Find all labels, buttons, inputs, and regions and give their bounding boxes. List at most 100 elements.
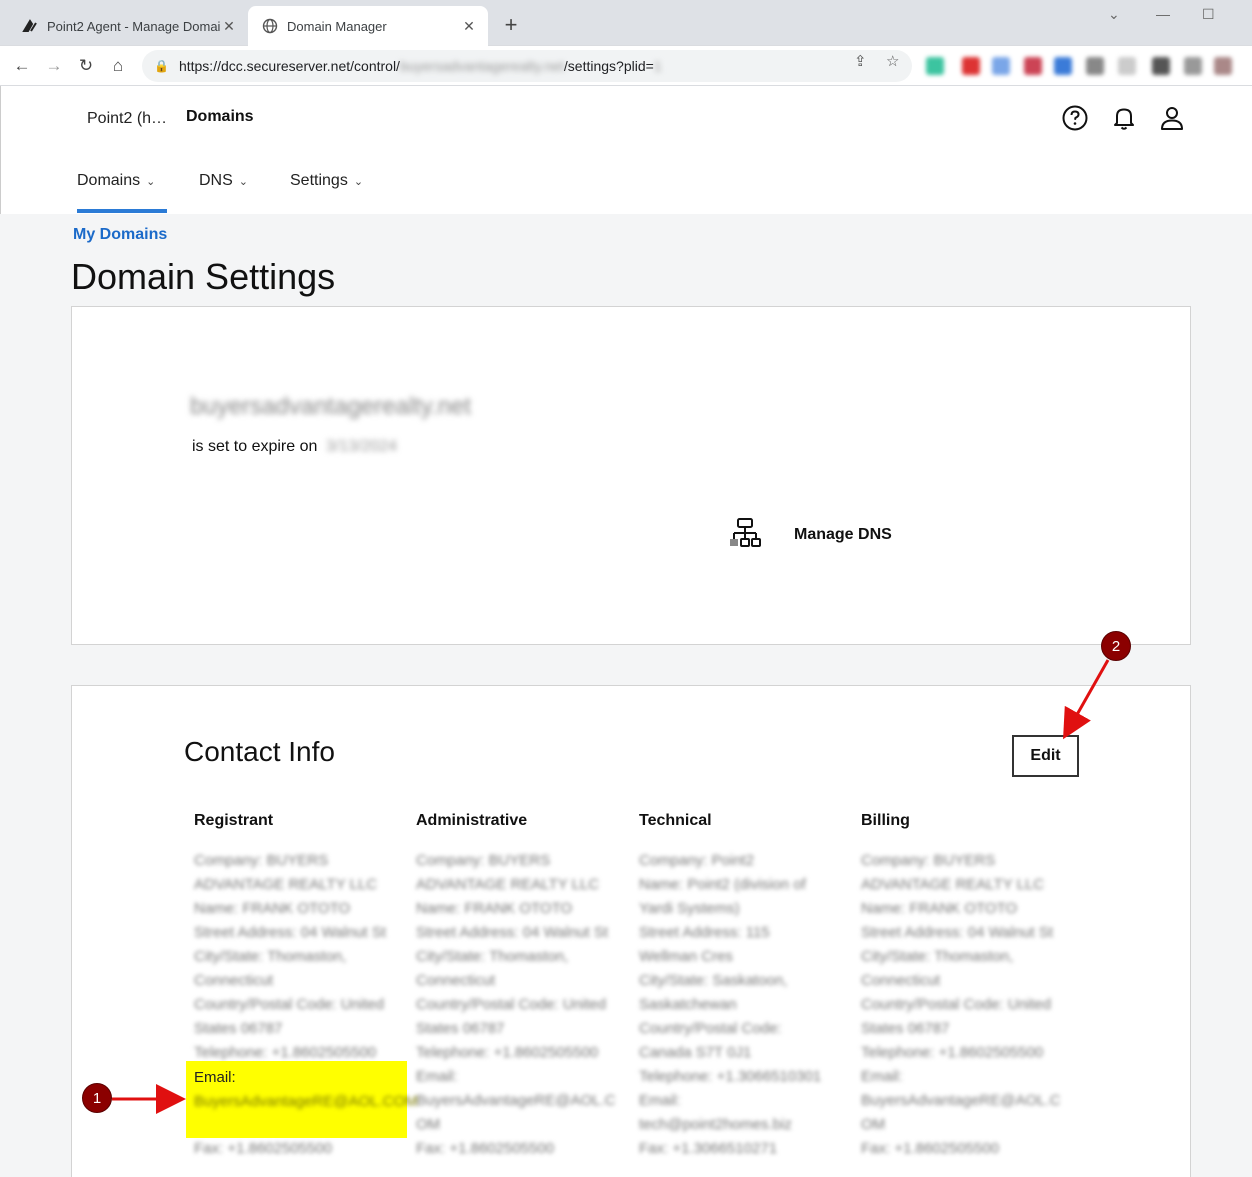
app-header: Point2 (h… Domains Domains ⌄ DNS ⌄ Setti… bbox=[0, 86, 1252, 214]
close-icon[interactable]: ✕ bbox=[460, 17, 478, 35]
extension-icon[interactable] bbox=[1184, 57, 1202, 75]
dns-network-icon[interactable] bbox=[728, 517, 762, 551]
new-tab-button[interactable]: + bbox=[498, 12, 524, 38]
contact-line: Connecticut bbox=[416, 972, 496, 989]
contact-line: Name: FRANK OTOTO bbox=[416, 900, 573, 917]
domain-summary-card: buyersadvantagerealty.net is set to expi… bbox=[71, 306, 1191, 645]
extension-icon[interactable] bbox=[962, 57, 980, 75]
contact-line: Company: BUYERS bbox=[861, 852, 996, 869]
minimize-icon[interactable]: — bbox=[1156, 6, 1170, 22]
contact-line: ADVANTAGE REALTY LLC bbox=[861, 876, 1045, 893]
contact-line: Name: Point2 (division of bbox=[639, 876, 806, 893]
profile-icon[interactable] bbox=[1214, 57, 1232, 75]
tab-search-icon[interactable]: ⌄ bbox=[1108, 6, 1120, 23]
expire-date: 3/13/2024 bbox=[325, 438, 398, 455]
contact-line: Fax: +1.8602505500 bbox=[416, 1140, 555, 1157]
maximize-icon[interactable]: ☐ bbox=[1202, 6, 1215, 23]
contact-line: States 06787 bbox=[194, 1020, 283, 1037]
extension-icon[interactable] bbox=[1118, 57, 1136, 75]
contact-line: City/State: Thomaston, bbox=[416, 948, 569, 965]
contact-line: tech@point2homes.biz bbox=[639, 1116, 792, 1133]
contact-line: City/State: Saskatoon, bbox=[639, 972, 788, 989]
expiration-text: is set to expire on 3/13/2024 bbox=[192, 438, 397, 456]
contact-info-card: Contact Info Edit Registrant Company: BU… bbox=[71, 685, 1191, 1177]
nav-domains-label: Domains bbox=[77, 172, 141, 189]
extension-icon[interactable] bbox=[1086, 57, 1104, 75]
forward-icon[interactable]: → bbox=[42, 54, 66, 78]
share-icon[interactable]: ⇪ bbox=[854, 52, 867, 70]
step-marker-1: 1 bbox=[82, 1083, 112, 1113]
extension-icon[interactable] bbox=[926, 57, 944, 75]
contact-line: Company: BUYERS bbox=[194, 852, 329, 869]
extension-icon[interactable] bbox=[1024, 57, 1042, 75]
contact-line: Telephone: +1.8602505500 bbox=[861, 1044, 1044, 1061]
contact-line: Telephone: +1.8602505500 bbox=[416, 1044, 599, 1061]
expire-label: is set to expire on bbox=[192, 438, 318, 455]
contact-line: Country/Postal Code: United bbox=[861, 996, 1052, 1013]
help-icon[interactable] bbox=[1061, 104, 1089, 132]
contact-line: Name: FRANK OTOTO bbox=[194, 900, 351, 917]
contact-line: Street Address: 04 Walnut St bbox=[194, 924, 387, 941]
nav-dns[interactable]: DNS ⌄ bbox=[199, 172, 248, 190]
user-icon[interactable] bbox=[1158, 104, 1186, 132]
tab-manage-domains[interactable]: Point2 Agent - Manage Domains ✕ bbox=[8, 6, 248, 46]
account-switcher[interactable]: Point2 (h… bbox=[87, 110, 167, 128]
contact-line: BuyersAdvantageRE@AOL.C bbox=[861, 1092, 1061, 1109]
edit-contact-button[interactable]: Edit bbox=[1012, 735, 1079, 777]
contact-line: Company: Point2 bbox=[639, 852, 755, 869]
nav-domains[interactable]: Domains ⌄ bbox=[77, 172, 155, 190]
tab-title: Point2 Agent - Manage Domains bbox=[47, 18, 220, 34]
back-icon[interactable]: ← bbox=[10, 54, 34, 78]
contact-line: Yardi Systems) bbox=[639, 900, 740, 917]
step-marker-2: 2 bbox=[1101, 631, 1131, 661]
bell-icon[interactable] bbox=[1110, 104, 1138, 132]
contact-line: Country/Postal Code: United bbox=[416, 996, 607, 1013]
column-heading: Registrant bbox=[194, 812, 274, 829]
chevron-down-icon: ⌄ bbox=[353, 175, 364, 188]
browser-tab-strip: Point2 Agent - Manage Domains ✕ Domain M… bbox=[0, 0, 1252, 46]
administrative-column: Administrative Company: BUYERS ADVANTAGE… bbox=[416, 812, 631, 1161]
contact-line: BuyersAdvantageRE@AOL.C bbox=[416, 1092, 616, 1109]
contact-line: Fax: +1.8602505500 bbox=[194, 1140, 333, 1157]
domain-name: buyersadvantagerealty.net bbox=[190, 393, 472, 420]
contact-line: States 06787 bbox=[861, 1020, 950, 1037]
registrant-email-label: Email: bbox=[194, 1069, 236, 1086]
contact-line: Connecticut bbox=[861, 972, 941, 989]
tab-domain-manager[interactable]: Domain Manager ✕ bbox=[248, 6, 488, 46]
address-bar: ← → ↻ ⌂ 🔒 https://dcc.secureserver.net/c… bbox=[0, 46, 1252, 86]
technical-column: Technical Company: Point2 Name: Point2 (… bbox=[639, 812, 854, 1161]
contact-line: Street Address: 04 Walnut St bbox=[861, 924, 1054, 941]
tab-title: Domain Manager bbox=[287, 18, 387, 34]
reload-icon[interactable]: ↻ bbox=[74, 54, 98, 78]
globe-icon bbox=[262, 18, 278, 34]
extension-icon[interactable] bbox=[992, 57, 1010, 75]
column-heading: Billing bbox=[861, 812, 910, 829]
breadcrumb-my-domains[interactable]: My Domains bbox=[73, 226, 167, 244]
url-plid: 1 bbox=[653, 58, 662, 74]
contact-line: Telephone: +1.3066510301 bbox=[639, 1068, 822, 1085]
contact-line: ADVANTAGE REALTY LLC bbox=[416, 876, 600, 893]
billing-column: Billing Company: BUYERS ADVANTAGE REALTY… bbox=[861, 812, 1076, 1161]
contact-line: City/State: Thomaston, bbox=[861, 948, 1014, 965]
contact-line: Country/Postal Code: bbox=[639, 1020, 782, 1037]
contact-line: States 06787 bbox=[416, 1020, 505, 1037]
page-title: Domain Settings bbox=[71, 256, 336, 297]
active-nav-indicator bbox=[77, 209, 167, 213]
contact-line: Connecticut bbox=[194, 972, 274, 989]
close-icon[interactable]: ✕ bbox=[220, 17, 238, 35]
contact-line: Fax: +1.8602505500 bbox=[861, 1140, 1000, 1157]
extension-icon[interactable] bbox=[1152, 57, 1170, 75]
lock-icon: 🔒 bbox=[154, 59, 169, 73]
manage-dns-link[interactable]: Manage DNS bbox=[794, 526, 892, 544]
home-icon[interactable]: ⌂ bbox=[106, 54, 130, 78]
column-heading: Administrative bbox=[416, 812, 528, 829]
contact-line: Street Address: 115 bbox=[639, 924, 770, 941]
extension-icon[interactable] bbox=[1054, 57, 1072, 75]
nav-settings[interactable]: Settings ⌄ bbox=[290, 172, 363, 190]
star-icon[interactable]: ☆ bbox=[886, 52, 899, 70]
product-title: Domains bbox=[186, 108, 254, 125]
contact-line: City/State: Thomaston, bbox=[194, 948, 347, 965]
url-suffix: /settings?plid= bbox=[563, 58, 654, 74]
url-prefix: https://dcc.secureserver.net/control/ bbox=[178, 58, 400, 74]
url-field[interactable]: 🔒 https://dcc.secureserver.net/control/ … bbox=[142, 50, 912, 82]
